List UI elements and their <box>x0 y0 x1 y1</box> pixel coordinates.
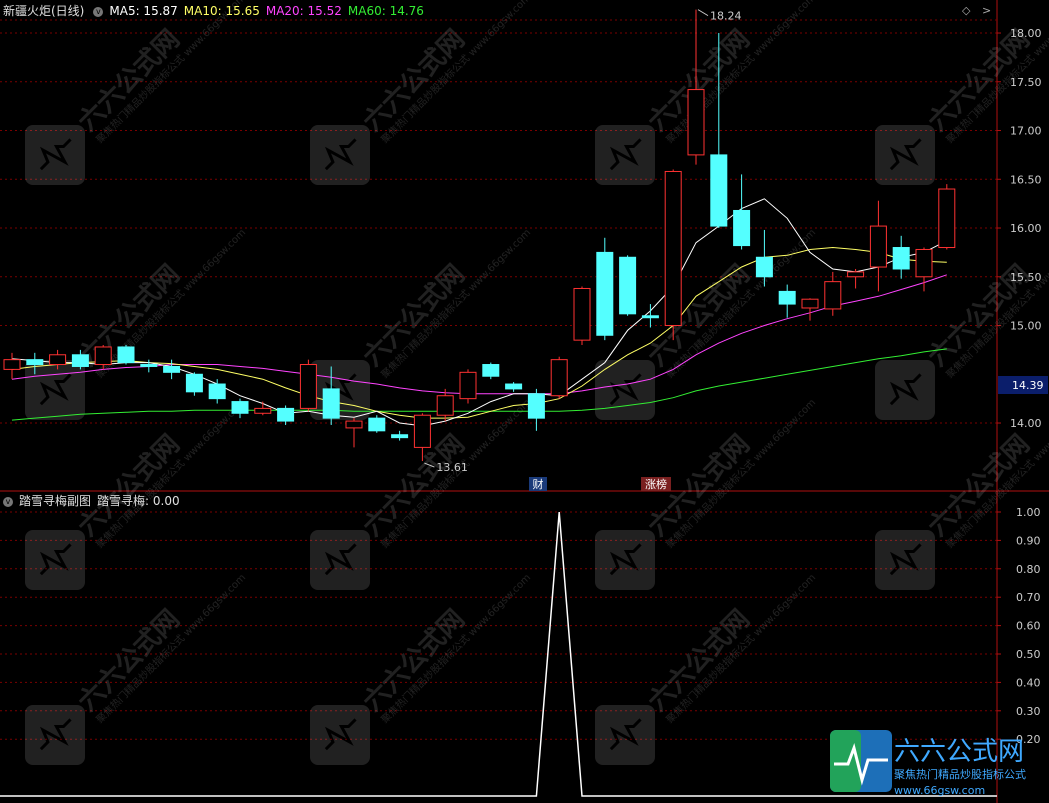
candle-body[interactable] <box>755 256 773 278</box>
candle-body[interactable] <box>869 225 887 268</box>
ma-label-0: MA5: 15.87 <box>109 4 178 18</box>
sub-indicator-value: 踏雪寻梅: 0.00 <box>97 494 180 508</box>
candle-body[interactable] <box>641 315 659 319</box>
watermark-text: 六六公式网 <box>73 24 186 137</box>
candle-body[interactable] <box>482 364 500 377</box>
settings-circle-icon[interactable]: v <box>93 6 104 17</box>
candle-body[interactable] <box>391 434 409 439</box>
candle-body[interactable] <box>459 371 477 400</box>
finance-tag-label: 财 <box>533 477 544 491</box>
settings-circle-icon[interactable]: v <box>3 496 13 507</box>
price-axis-label: 17.00 <box>1010 125 1042 138</box>
watermark-slogan: 聚焦热门精品炒股指标公式 www.66gsw.com <box>93 396 248 551</box>
candle-body[interactable] <box>915 248 933 278</box>
watermark: 六六公式网聚焦热门精品炒股指标公式 www.66gsw.com <box>25 0 248 185</box>
watermark-text: 六六公式网 <box>358 604 471 717</box>
candle-body[interactable] <box>847 271 865 278</box>
candle-body[interactable] <box>277 407 295 422</box>
candle-body[interactable] <box>824 281 842 310</box>
watermark-text: 六六公式网 <box>643 604 756 717</box>
high-marker-arrow <box>697 9 709 17</box>
sub-axis-label: 0.40 <box>1016 676 1041 689</box>
diamond-icon[interactable]: ◇ <box>962 4 970 17</box>
watermark-slogan: 聚焦热门精品炒股指标公式 www.66gsw.com <box>378 226 533 381</box>
price-axis-label: 16.00 <box>1010 222 1042 235</box>
candle-body[interactable] <box>505 383 523 390</box>
main-chart-header: 新疆火炬(日线) v MA5: 15.87 MA10: 15.65 MA20: 15.5… <box>0 2 436 20</box>
stock-name[interactable]: 新疆火炬(日线) <box>3 4 84 18</box>
watermark-text: 六六公式网 <box>358 24 471 137</box>
candle-body[interactable] <box>208 383 226 400</box>
price-axis-label: 14.00 <box>1010 417 1042 430</box>
candle-body[interactable] <box>573 287 591 341</box>
candle-body[interactable] <box>733 209 751 247</box>
sub-axis-label: 0.30 <box>1016 705 1041 718</box>
candle-body[interactable] <box>368 417 386 432</box>
watermark-text: 六六公式网 <box>643 259 756 372</box>
rank-tag-label: 涨榜 <box>645 477 667 491</box>
candle-body[interactable] <box>892 247 910 270</box>
candle-body[interactable] <box>71 354 89 367</box>
watermark-slogan: 聚焦热门精品炒股指标公式 www.66gsw.com <box>378 571 533 726</box>
candle-body[interactable] <box>664 170 682 327</box>
watermark-slogan: 聚焦热门精品炒股指标公式 www.66gsw.com <box>93 226 248 381</box>
sub-chart-header: v 踏雪寻梅副图 踏雪寻梅: 0.00 <box>0 492 186 510</box>
watermark-text: 六六公式网 <box>923 259 1036 372</box>
ma-label-2: MA20: 15.52 <box>265 4 342 18</box>
candle-body[interactable] <box>94 346 112 366</box>
candle-body[interactable] <box>163 365 181 373</box>
sub-axis-label: 0.80 <box>1016 563 1041 576</box>
candle-body[interactable] <box>231 401 249 414</box>
watermark-slogan: 聚焦热门精品炒股指标公式 www.66gsw.com <box>663 396 818 551</box>
candle-body[interactable] <box>26 359 44 366</box>
candle-body[interactable] <box>550 359 568 397</box>
candle-body[interactable] <box>527 393 545 419</box>
sub-axis-label: 1.00 <box>1016 506 1041 519</box>
ma-label-1: MA10: 15.65 <box>183 4 260 18</box>
price-axis-label: 15.00 <box>1010 320 1042 333</box>
sub-axis-label: 0.90 <box>1016 534 1041 547</box>
low-price-label: 13.61 <box>436 461 468 474</box>
watermark-text: 六六公式网 <box>358 259 471 372</box>
candle-body[interactable] <box>596 251 614 336</box>
brand-name: 六六公式网 <box>894 737 1024 767</box>
watermark-text: 六六公式网 <box>923 429 1036 542</box>
price-axis-label: 16.50 <box>1010 173 1042 186</box>
candle-body[interactable] <box>436 395 454 416</box>
candle-body[interactable] <box>710 154 728 227</box>
chevron-right-icon[interactable]: > <box>982 4 991 17</box>
candle-body[interactable] <box>687 89 705 156</box>
watermark: 六六公式网聚焦热门精品炒股指标公式 www.66gsw.com <box>310 0 533 185</box>
candle-body[interactable] <box>140 364 158 367</box>
brand-slogan: 聚焦热门精品炒股指标公式 <box>894 767 1026 781</box>
ma-label-3: MA60: 14.76 <box>347 4 424 18</box>
sub-axis-label: 0.70 <box>1016 591 1041 604</box>
candle-body[interactable] <box>938 188 956 249</box>
candle-body[interactable] <box>49 354 67 366</box>
candle-body[interactable] <box>3 359 21 370</box>
current-price-value: 14.39 <box>1012 379 1044 392</box>
watermark-text: 六六公式网 <box>73 429 186 542</box>
sub-axis-label: 0.50 <box>1016 648 1041 661</box>
sub-chart-title[interactable]: 踏雪寻梅副图 <box>19 494 91 508</box>
watermark-text: 六六公式网 <box>73 604 186 717</box>
watermark-slogan: 聚焦热门精品炒股指标公式 www.66gsw.com <box>663 571 818 726</box>
candle-body[interactable] <box>345 420 363 429</box>
candle-body[interactable] <box>801 298 819 309</box>
candle-body[interactable] <box>322 388 340 419</box>
candle-body[interactable] <box>413 414 431 448</box>
stock-chart[interactable]: 18.0017.5017.0016.5016.0015.5015.0014.00… <box>0 0 1049 803</box>
candle-body[interactable] <box>619 256 637 315</box>
brand-url: www.66gsw.com <box>894 784 985 797</box>
candle-body[interactable] <box>778 290 796 305</box>
high-price-label: 18.24 <box>710 10 742 23</box>
candle-body[interactable] <box>254 407 272 414</box>
watermark-slogan: 聚焦热门精品炒股指标公式 www.66gsw.com <box>93 571 248 726</box>
sub-axis-label: 0.60 <box>1016 620 1041 633</box>
candle-body[interactable] <box>117 346 135 364</box>
candle-body[interactable] <box>299 364 317 409</box>
candle-body[interactable] <box>185 373 203 393</box>
